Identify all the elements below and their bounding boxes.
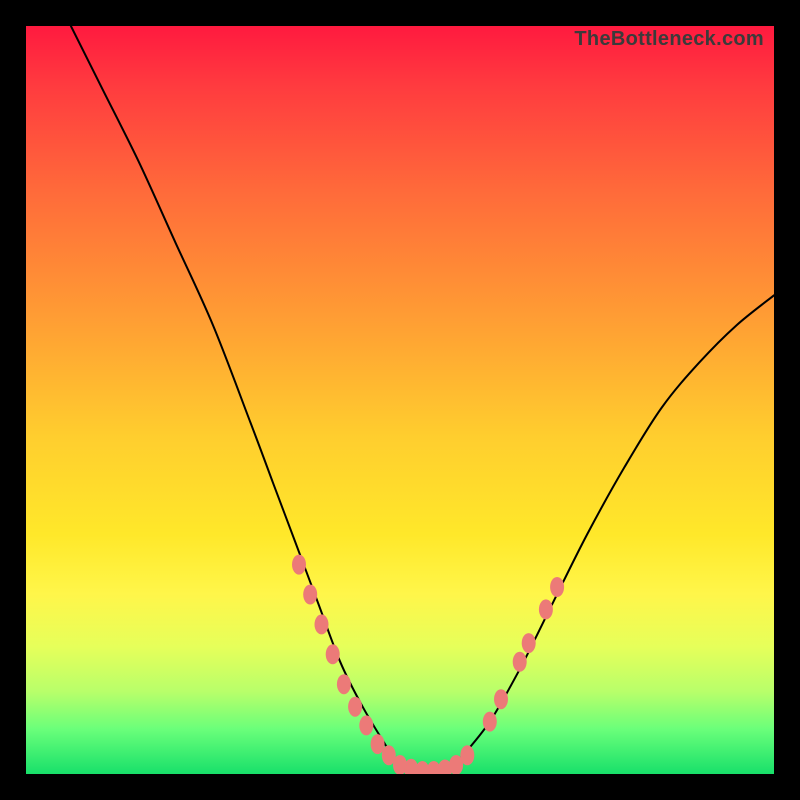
chart-svg	[26, 26, 774, 774]
highlight-dot	[539, 599, 553, 619]
highlight-dot	[315, 614, 329, 634]
highlight-dot	[513, 652, 527, 672]
bottleneck-curve	[71, 26, 774, 774]
highlight-dot	[550, 577, 564, 597]
highlight-dot	[292, 555, 306, 575]
watermark-text: TheBottleneck.com	[574, 28, 764, 51]
highlight-dot	[460, 745, 474, 765]
highlight-dot	[359, 715, 373, 735]
highlight-dot	[303, 585, 317, 605]
highlight-dot	[494, 689, 508, 709]
highlight-dot	[348, 697, 362, 717]
chart-plot-area: TheBottleneck.com	[26, 26, 774, 774]
highlight-dot	[337, 674, 351, 694]
highlight-dot	[483, 712, 497, 732]
highlight-dot	[522, 633, 536, 653]
highlight-dots-group	[292, 555, 564, 774]
highlight-dot	[326, 644, 340, 664]
